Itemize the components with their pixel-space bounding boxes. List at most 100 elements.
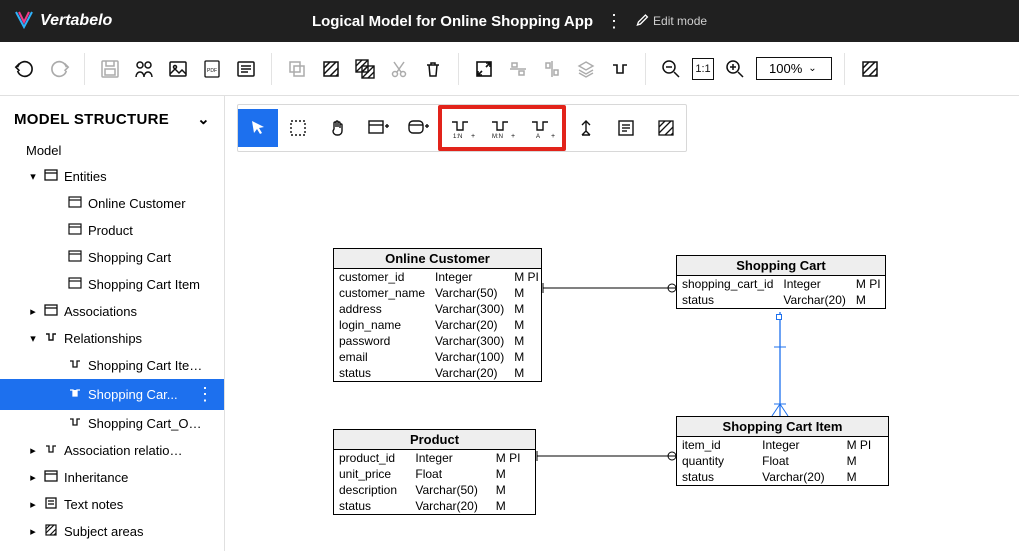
canvas-toolbar: 1:N+ M:N+ A+ [237,104,687,152]
image-export-button[interactable] [165,56,191,82]
align-v-button[interactable] [539,56,565,82]
line-style-button[interactable] [607,56,633,82]
entity-shopping-cart[interactable]: Shopping Cart shopping_cart_idIntegerM P… [676,255,886,309]
tree-subjectareas[interactable]: ▸Subject areas [0,518,224,545]
tree-inheritance[interactable]: ▸Inheritance [0,464,224,491]
textnote-tool[interactable] [606,109,646,147]
canvas[interactable]: 1:N+ M:N+ A+ Online Cu [225,96,1019,551]
svg-text:M:N: M:N [492,134,503,140]
undo-button[interactable] [12,56,38,82]
relationship-tools-highlight: 1:N+ M:N+ A+ [438,105,566,151]
marquee-tool[interactable] [278,109,318,147]
subjectarea-tool[interactable] [646,109,686,147]
brand-area[interactable]: Vertabelo [14,9,112,34]
twisty-right-icon: ▸ [28,498,38,511]
entity-title: Shopping Cart [677,256,885,276]
association-icon [44,303,58,320]
new-assoc-tool[interactable] [398,109,438,147]
hand-tool[interactable] [318,109,358,147]
entity-icon [68,276,82,293]
twisty-right-icon: ▸ [28,305,38,318]
entity-icon [68,249,82,266]
tree-assoc-rel[interactable]: ▸Association relationships [0,437,224,464]
entity-icon [68,222,82,239]
brand-name: Vertabelo [40,12,112,30]
selection-handle-icon[interactable] [776,314,782,320]
entity-icon [68,195,82,212]
redo-button[interactable] [46,56,72,82]
one-to-many-tool[interactable]: 1:N+ [442,109,482,147]
svg-text:+: + [511,133,515,140]
tree-entity[interactable]: Shopping Cart [0,244,224,271]
chevron-down-icon: ⌄ [197,110,210,128]
cut-button[interactable] [386,56,412,82]
svg-text:1:N: 1:N [453,134,462,140]
inheritance-icon [44,469,58,486]
zoom-in-button[interactable] [722,56,748,82]
zoom-level-select[interactable]: 100% ⌄ [756,57,832,80]
assoc-rel-tool[interactable]: A+ [522,109,562,147]
entity-title: Online Customer [334,249,541,269]
tree-relationship-selected[interactable]: Shopping Car...⋮ [0,379,224,410]
entity-title: Product [334,430,535,450]
twisty-right-icon: ▸ [28,471,38,484]
new-entity-tool[interactable] [358,109,398,147]
twisty-down-icon: ▾ [28,332,38,345]
association-rel-icon [44,442,58,459]
copy-button[interactable] [284,56,310,82]
tree-associations[interactable]: ▸ Associations [0,298,224,325]
inheritance-tool[interactable] [566,109,606,147]
layers-button[interactable] [573,56,599,82]
zoom-out-button[interactable] [658,56,684,82]
entity-product[interactable]: Product product_idIntegerM PI unit_price… [333,429,536,515]
entity-shopping-cart-item[interactable]: Shopping Cart Item item_idIntegerM PI qu… [676,416,889,486]
app-header: Vertabelo Logical Model for Online Shopp… [0,0,1019,42]
zoom-fit-button[interactable]: 1:1 [692,58,714,80]
resize-button[interactable] [471,56,497,82]
entity-group-icon [44,168,58,185]
tree-entity[interactable]: Online Customer [0,190,224,217]
svg-text:+: + [551,133,555,140]
model-menu-icon[interactable]: ⋮ [605,11,623,32]
select-tool[interactable] [238,109,278,147]
pdf-export-button[interactable]: PDF [199,56,225,82]
tree-entity[interactable]: Product [0,217,224,244]
twisty-right-icon: ▸ [28,444,38,457]
hatch-copy-button[interactable] [352,56,378,82]
sidebar-title-row[interactable]: MODEL STRUCTURE ⌄ [0,106,224,138]
tree-entity[interactable]: Shopping Cart Item [0,271,224,298]
tree-root[interactable]: .Model [0,138,224,163]
ddl-export-button[interactable] [233,56,259,82]
relationship-icon [68,415,82,432]
many-to-many-tool[interactable]: M:N + [482,109,522,147]
subjectareas-icon [44,523,58,540]
pencil-icon [635,13,649,30]
svg-text:PDF: PDF [207,68,217,74]
entity-online-customer[interactable]: Online Customer customer_idIntegerM PI c… [333,248,542,382]
tree-relationship[interactable]: Shopping Cart Item... [0,352,224,379]
model-title: Logical Model for Online Shopping App [312,13,593,30]
svg-text:A: A [536,134,540,140]
align-h-button[interactable] [505,56,531,82]
tree-relationship[interactable]: Shopping Cart_Onli... [0,410,224,437]
hatch2-button[interactable] [857,56,883,82]
delete-button[interactable] [420,56,446,82]
share-button[interactable] [131,56,157,82]
tree-entities[interactable]: ▾ Entities [0,163,224,190]
tree-textnotes[interactable]: ▸Text notes [0,491,224,518]
hatch-button[interactable] [318,56,344,82]
relationship-icon [68,357,82,374]
relationship-icon [68,386,82,403]
save-button[interactable] [97,56,123,82]
edit-mode-button[interactable]: Edit mode [635,13,707,30]
sidebar-title: MODEL STRUCTURE [14,111,169,128]
tree-relationships[interactable]: ▾ Relationships [0,325,224,352]
textnotes-icon [44,496,58,513]
sidebar: MODEL STRUCTURE ⌄ .Model ▾ Entities Onli… [0,96,225,551]
kebab-icon[interactable]: ⋮ [196,384,214,405]
main-toolbar: PDF 1:1 100% ⌄ [0,42,1019,96]
chevron-down-icon: ⌄ [808,63,816,74]
twisty-right-icon: ▸ [28,525,38,538]
twisty-down-icon: ▾ [28,170,38,183]
brand-logo-icon [14,9,34,34]
